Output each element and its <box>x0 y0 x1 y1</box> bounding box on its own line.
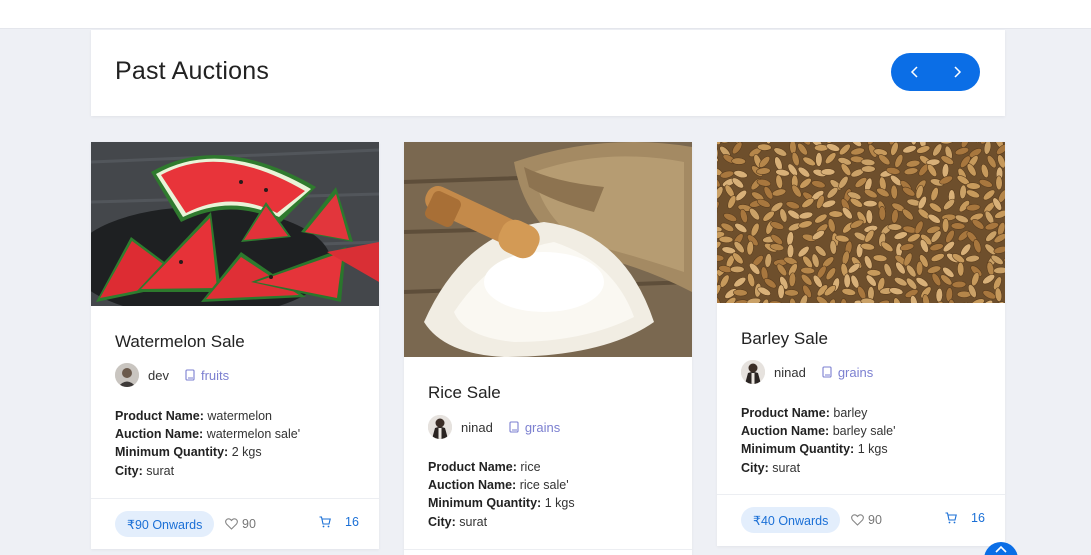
auction-card[interactable]: Watermelon Sale dev fruits Product Name:… <box>91 142 379 549</box>
bids-value: 16 <box>345 515 359 529</box>
product-name-row: Product Name: watermelon <box>115 407 300 425</box>
city-label: City: <box>115 463 143 478</box>
auction-name-label: Auction Name: <box>428 478 517 493</box>
auction-card[interactable]: Barley Sale ninad grains Product Name: b… <box>717 142 1005 546</box>
carousel-nav <box>891 53 980 91</box>
product-name-label: Product Name: <box>741 406 830 420</box>
auction-name-row: Auction Name: rice sale' <box>428 476 575 494</box>
book-icon <box>822 366 832 378</box>
price-badge: ₹40 Onwards <box>741 507 841 533</box>
city-row: City: surat <box>741 459 896 477</box>
auction-title[interactable]: Rice Sale <box>428 383 501 403</box>
product-name-row: Product Name: barley <box>741 404 896 422</box>
auction-name-label: Auction Name: <box>741 424 830 439</box>
city-value: surat <box>146 463 175 478</box>
auction-details: Product Name: watermelon Auction Name: w… <box>115 407 300 480</box>
cart-icon <box>319 516 331 528</box>
city-label: City: <box>741 460 769 475</box>
likes-value: 90 <box>868 513 882 527</box>
product-image[interactable] <box>91 142 379 306</box>
author-name[interactable]: dev <box>148 368 169 383</box>
min-qty-row: Minimum Quantity: 1 kgs <box>741 440 896 458</box>
likes-count[interactable]: 90 <box>225 517 256 531</box>
city-row: City: surat <box>115 462 300 480</box>
product-name-label: Product Name: <box>428 460 517 474</box>
card-footer <box>404 549 692 555</box>
min-qty-value: 1 kgs <box>544 496 575 511</box>
min-qty-label: Minimum Quantity: <box>115 445 229 460</box>
book-icon <box>185 369 195 381</box>
auction-details: Product Name: barley Auction Name: barle… <box>741 404 896 477</box>
carousel-next-button[interactable] <box>935 53 979 91</box>
min-qty-row: Minimum Quantity: 2 kgs <box>115 443 300 461</box>
past-auctions-header: Past Auctions <box>91 30 1005 116</box>
product-name-label: Product Name: <box>115 409 204 423</box>
min-qty-row: Minimum Quantity: 1 kgs <box>428 494 575 512</box>
auction-meta: ninad grains <box>741 360 873 384</box>
auction-meta: dev fruits <box>115 363 229 387</box>
min-qty-value: 2 kgs <box>231 445 262 460</box>
card-footer: ₹90 Onwards 90 16 <box>91 498 379 549</box>
city-value: surat <box>772 460 801 475</box>
product-image[interactable] <box>404 142 692 357</box>
category-link[interactable]: grains <box>525 420 560 435</box>
card-footer: ₹40 Onwards 90 16 <box>717 494 1005 546</box>
product-name-row: Product Name: rice <box>428 458 575 476</box>
avatar <box>428 415 452 439</box>
product-name-value: barley <box>833 406 868 420</box>
auction-title[interactable]: Barley Sale <box>741 329 828 349</box>
auction-name-row: Auction Name: barley sale' <box>741 422 896 440</box>
bids-count[interactable]: 16 <box>319 515 359 529</box>
min-qty-label: Minimum Quantity: <box>741 442 855 457</box>
product-name-value: watermelon <box>207 409 273 423</box>
heart-icon <box>225 518 238 530</box>
auction-name-value: watermelon sale' <box>206 427 301 442</box>
category-link[interactable]: grains <box>838 365 873 380</box>
carousel-prev-button[interactable] <box>893 53 937 91</box>
avatar <box>115 363 139 387</box>
auction-title[interactable]: Watermelon Sale <box>115 332 245 352</box>
author-name[interactable]: ninad <box>461 420 493 435</box>
book-icon <box>509 421 519 433</box>
author-name[interactable]: ninad <box>774 365 806 380</box>
city-value: surat <box>459 514 488 529</box>
top-navbar <box>0 0 1091 29</box>
likes-value: 90 <box>242 517 256 531</box>
auction-name-value: rice sale' <box>519 478 569 493</box>
cart-icon <box>945 512 957 524</box>
product-image[interactable] <box>717 142 1005 303</box>
auction-name-row: Auction Name: watermelon sale' <box>115 425 300 443</box>
auction-card[interactable]: Rice Sale ninad grains Product Name: ric… <box>404 142 692 555</box>
city-row: City: surat <box>428 513 575 531</box>
bids-count[interactable]: 16 <box>945 511 985 525</box>
auction-details: Product Name: rice Auction Name: rice sa… <box>428 458 575 531</box>
min-qty-label: Minimum Quantity: <box>428 496 542 511</box>
chevron-right-icon <box>954 66 962 78</box>
chevron-left-icon <box>910 66 918 78</box>
chevron-up-icon <box>995 545 1007 553</box>
heart-icon <box>851 514 864 526</box>
auction-name-value: barley sale' <box>832 424 896 439</box>
city-label: City: <box>428 514 456 529</box>
category-link[interactable]: fruits <box>201 368 229 383</box>
bids-value: 16 <box>971 511 985 525</box>
min-qty-value: 1 kgs <box>857 442 888 457</box>
page-title: Past Auctions <box>115 57 270 85</box>
likes-count[interactable]: 90 <box>851 513 882 527</box>
auction-meta: ninad grains <box>428 415 560 439</box>
auction-name-label: Auction Name: <box>115 427 204 442</box>
avatar <box>741 360 765 384</box>
product-name-value: rice <box>520 460 541 474</box>
price-badge: ₹90 Onwards <box>115 511 215 537</box>
